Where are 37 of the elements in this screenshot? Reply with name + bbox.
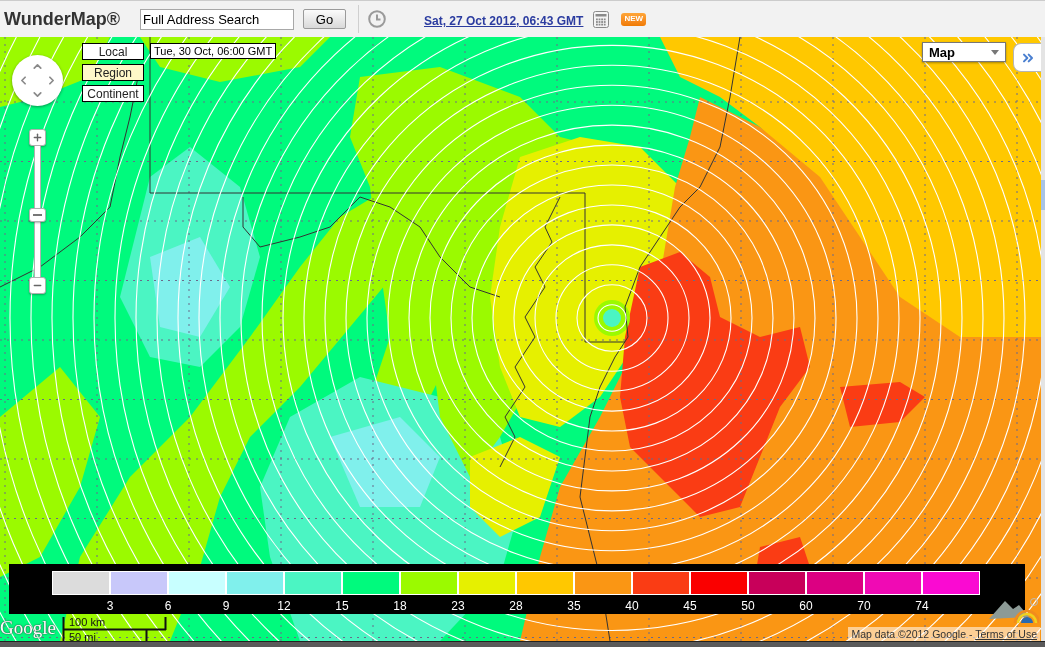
scale-label: 45 (682, 600, 698, 612)
clock-icon[interactable] (368, 10, 386, 28)
scale-label: 9 (221, 600, 231, 612)
go-button[interactable]: Go (303, 9, 346, 29)
forecast-time-label: Tue, 30 Oct, 06:00 GMT (150, 43, 277, 59)
scrollbar-thumb[interactable] (1041, 180, 1045, 210)
scale-label: 70 (856, 600, 872, 612)
scale-label: 50 (740, 600, 756, 612)
scale-label: 6 (163, 600, 173, 612)
zoom-out-button[interactable] (29, 277, 46, 294)
search-field[interactable]: Full Address Search (140, 8, 294, 30)
terms-of-use-link[interactable]: Terms of Use (975, 628, 1037, 640)
scale-label: 40 (624, 600, 640, 612)
view-button[interactable]: Region (82, 64, 144, 81)
view-button[interactable]: Local (82, 43, 144, 60)
scale-label: 23 (450, 600, 466, 612)
zoom-in-button[interactable] (29, 129, 46, 146)
plus-icon (32, 132, 43, 143)
mountain-rainbow-icon (989, 597, 1039, 624)
map-attribution: Map data ©2012 Google - Terms of Use (848, 627, 1040, 641)
date-link[interactable]: Sat, 27 Oct 2012, 06:43 GMT (424, 15, 584, 27)
caret-down-icon (991, 49, 999, 55)
zoom-slider-thumb[interactable] (29, 208, 46, 222)
scale-label: 35 (566, 600, 582, 612)
scale-label: 3 (105, 600, 115, 612)
new-badge: NEW (621, 12, 647, 26)
scale-label: 60 (798, 600, 814, 612)
scale-label: 15 (334, 600, 350, 612)
scale-label: 74 (914, 600, 930, 612)
scale-label: 28 (508, 600, 524, 612)
map-type-dropdown[interactable]: Map (922, 42, 1006, 62)
scale-label: 12 (276, 600, 292, 612)
scale-label: 18 (392, 600, 408, 612)
expand-panel-button[interactable] (1013, 43, 1041, 72)
calendar-icon[interactable] (593, 10, 610, 28)
app-title: WunderMap® (4, 10, 121, 28)
view-button[interactable]: Continent (82, 85, 144, 102)
